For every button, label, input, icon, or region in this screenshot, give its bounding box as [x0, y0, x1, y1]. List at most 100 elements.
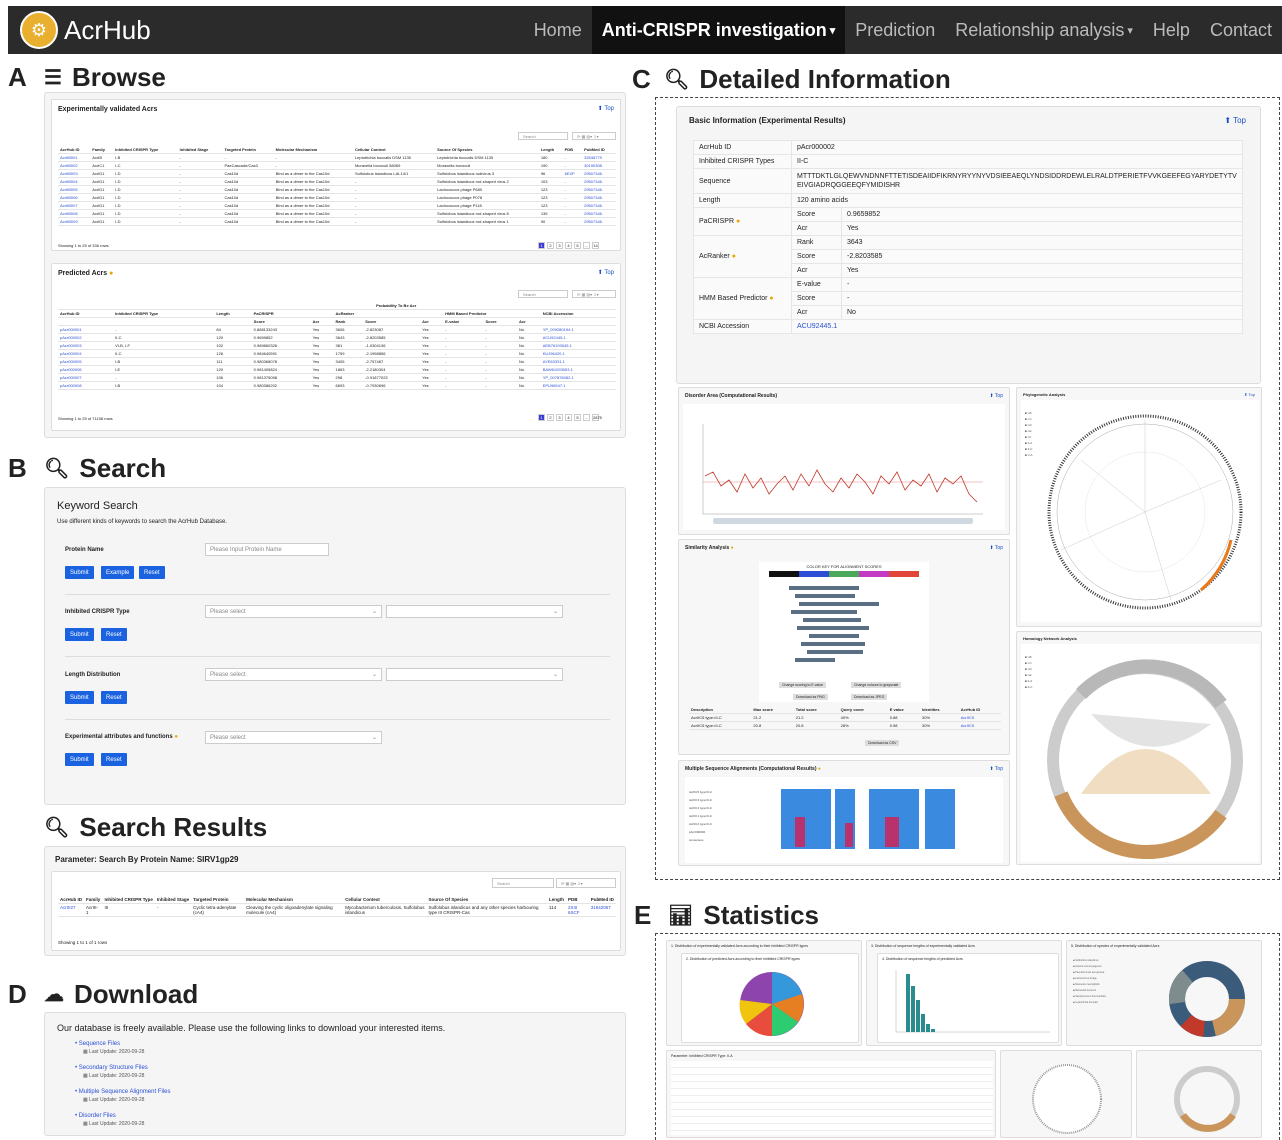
table-cell[interactable]: 29507346	[582, 185, 616, 194]
table-cell[interactable]: -	[562, 161, 583, 170]
column-header[interactable]: PubMed ID	[582, 146, 616, 154]
column-header[interactable]: AcrHub ID	[58, 309, 114, 318]
table-cell[interactable]: pAcr000004	[58, 349, 114, 358]
crispr-type-select[interactable]: Please select ⌄	[205, 605, 382, 618]
column-header[interactable]: Length	[538, 146, 563, 154]
table-cell[interactable]: AcrIIB004	[58, 177, 91, 186]
table-cell[interactable]: pAcr000001	[58, 325, 114, 334]
ncbi-link[interactable]: ACU92445.1	[791, 319, 1243, 335]
table-cell[interactable]: AYE63331.1	[540, 357, 616, 366]
table-cell[interactable]: ACU92445.1	[540, 333, 616, 342]
type-submit-button[interactable]: Submit	[65, 628, 94, 641]
protein-reset-button[interactable]: Reset	[139, 566, 165, 579]
table-cell[interactable]: pAcr000008	[58, 381, 114, 390]
pred-table-tools[interactable]: ⟳ ▦ ▤▾ ⇩▾	[572, 290, 616, 298]
table-cell[interactable]: AcrIIB006	[58, 193, 91, 202]
column-header[interactable]: Cellular Context	[343, 896, 427, 904]
nav-item-anti-crispr-investigation[interactable]: Anti-CRISPR investigation ▾	[591, 6, 846, 54]
crispr-subtype-select[interactable]: ⌄	[386, 605, 563, 618]
table-cell[interactable]: EPU96547.1	[540, 381, 616, 390]
table-cell[interactable]: 2X4I 6SCF	[566, 903, 589, 917]
download-link[interactable]: • Sequence Files	[75, 1041, 120, 1047]
table-cell[interactable]: pAcr000006	[58, 365, 114, 374]
column-header[interactable]: Inhibited Stage	[177, 146, 223, 154]
change-scoring-button[interactable]: Change scoring to E value	[779, 682, 827, 688]
download-link[interactable]: • Disorder Files	[75, 1113, 116, 1119]
table-cell[interactable]: 31942067	[588, 903, 616, 917]
table-cell[interactable]: 29507346	[582, 193, 616, 202]
column-header[interactable]: Inhibited CRISPR Type	[102, 896, 155, 904]
nav-item-home[interactable]: Home	[524, 6, 592, 54]
table-cell[interactable]: pAcr000003	[58, 341, 114, 350]
top-link[interactable]: ⬆ Top	[989, 766, 1003, 772]
nav-item-help[interactable]: Help	[1143, 6, 1200, 54]
pred-pager[interactable]: 1 2 3 4 5… 2875	[538, 414, 602, 421]
table-cell[interactable]: -	[562, 177, 583, 186]
column-header[interactable]: Targeted Protein	[222, 146, 274, 154]
column-header[interactable]: PaCRISPR	[251, 309, 334, 318]
protein-example-button[interactable]: Example	[101, 566, 135, 579]
table-cell[interactable]: -	[562, 185, 583, 194]
attributes-select[interactable]: Please select ⌄	[205, 731, 382, 744]
table-cell[interactable]: YP_009280194.1	[540, 325, 616, 334]
table-tools[interactable]: ⟳ ▦ ▤▾ ⇩▾	[572, 132, 616, 140]
table-cell[interactable]: YP_007878082.1	[540, 373, 616, 382]
brand-logo[interactable]: ⚙ AcrHub	[20, 11, 151, 49]
column-header[interactable]: Source Of Species	[426, 896, 548, 904]
top-link-3[interactable]: ⬆ Top	[1224, 116, 1246, 125]
column-header[interactable]: PDB	[562, 146, 583, 154]
download-link[interactable]: • Multiple Sequence Alignment Files	[75, 1089, 170, 1095]
results-search-input[interactable]: Search	[492, 878, 554, 888]
top-link[interactable]: ⬆ Top	[598, 105, 614, 112]
type-reset-button[interactable]: Reset	[101, 628, 127, 641]
grayscale-button[interactable]: Change colours to grayscale	[851, 682, 902, 688]
top-link-2[interactable]: ⬆ Top	[598, 269, 614, 276]
table-cell[interactable]: -	[562, 201, 583, 210]
table-cell[interactable]: AcrIIB001	[58, 153, 91, 162]
csv-button[interactable]: Download as CSV	[865, 740, 900, 746]
table-cell[interactable]: -	[562, 217, 583, 226]
top-link[interactable]: ⬆ Top	[1244, 392, 1255, 397]
table-cell[interactable]: AcrIIB002	[58, 161, 91, 170]
column-header[interactable]: Molecular Mechanism	[273, 146, 353, 154]
table-cell[interactable]: 29507346	[582, 177, 616, 186]
column-header[interactable]: HMM Based Predictor	[443, 309, 541, 318]
column-header[interactable]: Inhibited CRISPR Type	[113, 309, 215, 318]
protein-name-input[interactable]: Please Input Protein Name	[205, 543, 329, 556]
table-cell[interactable]: AcrIIB009	[58, 217, 91, 226]
table-cell[interactable]: pAcr000007	[58, 373, 114, 382]
table-cell[interactable]: AcrIIB007	[58, 201, 91, 210]
table-cell[interactable]: KUJ96420.1	[540, 349, 616, 358]
column-header[interactable]: Length	[214, 309, 252, 318]
table-cell[interactable]: -	[562, 193, 583, 202]
table-cell[interactable]: 29507346	[582, 201, 616, 210]
column-header[interactable]: Molecular Mechanism	[244, 896, 344, 904]
column-header[interactable]: Family	[90, 146, 114, 154]
attr-reset-button[interactable]: Reset	[101, 753, 127, 766]
table-cell[interactable]: 29507346	[582, 169, 616, 178]
table-cell[interactable]: 29507346	[582, 209, 616, 218]
pred-search-input[interactable]: Search	[518, 290, 568, 298]
column-header[interactable]: NCBI Accession	[540, 309, 616, 318]
column-header[interactable]: Inhibited Stage	[154, 896, 192, 904]
table-cell[interactable]: AcrIIB005	[58, 185, 91, 194]
length-min-select[interactable]: Please select ⌄	[205, 668, 382, 681]
table-cell[interactable]: AEB76193045.1	[540, 341, 616, 350]
jpeg-button[interactable]: Download as JPEG	[851, 694, 888, 700]
nav-item-prediction[interactable]: Prediction	[845, 6, 945, 54]
table-cell[interactable]: 6EXP	[562, 169, 583, 178]
browse-search-input[interactable]: Search	[518, 132, 568, 140]
top-link[interactable]: ⬆ Top	[989, 545, 1003, 551]
column-header[interactable]: PubMed ID	[588, 896, 616, 904]
column-header[interactable]: AcRanker	[333, 309, 444, 318]
table-cell[interactable]: AcrIIB008	[58, 209, 91, 218]
table-cell[interactable]: AcrIIB003	[58, 169, 91, 178]
column-header[interactable]: Cellular Context	[352, 146, 436, 154]
download-link[interactable]: • Secondary Structure Files	[75, 1065, 148, 1071]
length-reset-button[interactable]: Reset	[101, 691, 127, 704]
results-tools[interactable]: ⟳ ▦ ▤▾ ⇩▾	[556, 878, 616, 888]
exp-pager[interactable]: 1 2 3 4 5… 14	[538, 242, 599, 249]
table-cell[interactable]: AcrIIC5	[958, 721, 1001, 730]
length-submit-button[interactable]: Submit	[65, 691, 94, 704]
table-cell[interactable]: -	[562, 153, 583, 162]
